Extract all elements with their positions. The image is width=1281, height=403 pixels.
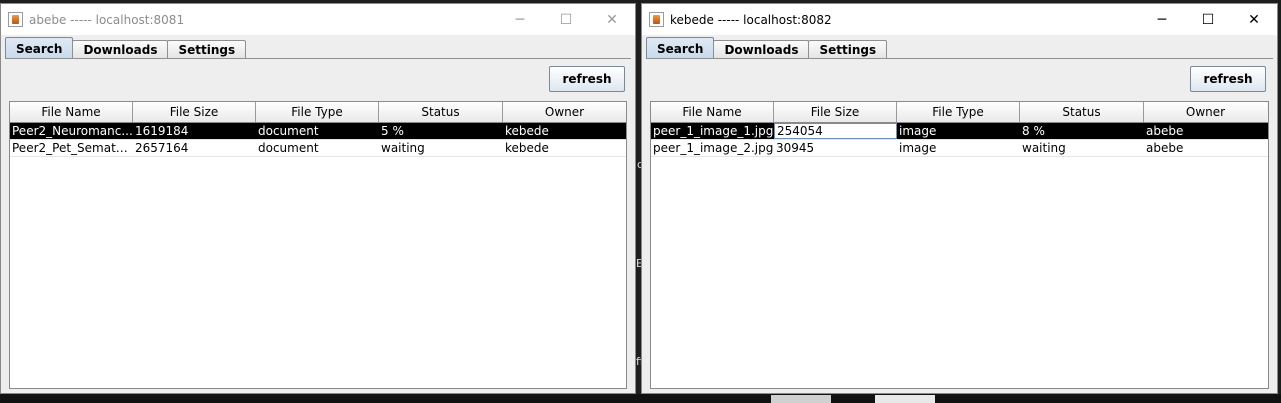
table-row[interactable]: peer_1_image_2.jpg 30945 image waiting a…: [651, 140, 1268, 157]
cell-file-type[interactable]: image: [897, 140, 1020, 156]
desktop-taskbar-fragment: [771, 395, 831, 403]
column-header-status[interactable]: Status: [379, 102, 503, 122]
window-title: kebede ----- localhost:8082: [670, 12, 832, 27]
tab-downloads[interactable]: Downloads: [713, 40, 810, 59]
column-header-status[interactable]: Status: [1020, 102, 1144, 122]
java-app-icon: [649, 12, 664, 27]
tab-bar: Search Downloads Settings: [5, 37, 247, 59]
cell-file-type[interactable]: document: [256, 140, 379, 156]
minimize-button[interactable]: ─: [1139, 4, 1185, 35]
cell-owner[interactable]: kebede: [503, 140, 626, 156]
minimize-button[interactable]: ─: [497, 4, 543, 35]
tab-search[interactable]: Search: [646, 37, 715, 59]
tab-bar: Search Downloads Settings: [646, 37, 888, 59]
cell-file-name[interactable]: peer_1_image_1.jpg: [651, 123, 774, 139]
column-header-owner[interactable]: Owner: [1144, 102, 1267, 122]
title-bar[interactable]: kebede ----- localhost:8082 ─ ☐ ✕: [642, 4, 1277, 35]
close-button[interactable]: ✕: [1231, 4, 1277, 35]
cell-owner[interactable]: kebede: [503, 123, 626, 139]
column-header-file-size[interactable]: File Size: [133, 102, 256, 122]
close-button[interactable]: ✕: [589, 4, 635, 35]
column-header-file-name[interactable]: File Name: [651, 102, 774, 122]
tab-settings[interactable]: Settings: [808, 40, 888, 59]
column-header-file-name[interactable]: File Name: [10, 102, 133, 122]
window-title: abebe ----- localhost:8081: [29, 12, 185, 27]
app-window-kebede[interactable]: kebede ----- localhost:8082 ─ ☐ ✕ Search…: [641, 3, 1278, 394]
cell-file-name[interactable]: Peer2_Pet_Semata...: [10, 140, 133, 156]
table-header: File Name File Size File Type Status Own…: [10, 102, 626, 123]
cell-status[interactable]: 8 %: [1020, 123, 1144, 139]
desktop-taskbar-fragment: [875, 395, 935, 403]
cell-owner[interactable]: abebe: [1144, 140, 1267, 156]
table-row[interactable]: peer_1_image_1.jpg 254054 image 8 % abeb…: [651, 123, 1268, 140]
cell-file-type[interactable]: image: [897, 123, 1020, 139]
refresh-button[interactable]: refresh: [1190, 66, 1266, 92]
column-header-file-size[interactable]: File Size: [774, 102, 897, 122]
table-row[interactable]: Peer2_Neuromanc... 1619184 document 5 % …: [10, 123, 626, 140]
table-row[interactable]: Peer2_Pet_Semata... 2657164 document wai…: [10, 140, 626, 157]
search-panel: refresh File Name File Size File Type St…: [646, 59, 1273, 393]
app-window-abebe[interactable]: abebe ----- localhost:8081 ─ ☐ ✕ Search …: [0, 3, 636, 394]
cell-file-size[interactable]: 30945: [774, 140, 897, 156]
cell-file-size[interactable]: 254054: [774, 123, 897, 139]
refresh-button[interactable]: refresh: [549, 66, 625, 92]
cell-file-size[interactable]: 1619184: [133, 123, 256, 139]
maximize-button[interactable]: ☐: [1185, 4, 1231, 35]
cell-file-size[interactable]: 2657164: [133, 140, 256, 156]
tab-settings[interactable]: Settings: [167, 40, 247, 59]
column-header-file-type[interactable]: File Type: [897, 102, 1020, 122]
maximize-button[interactable]: ☐: [543, 4, 589, 35]
tab-search[interactable]: Search: [5, 37, 74, 59]
column-header-owner[interactable]: Owner: [503, 102, 626, 122]
cell-file-type[interactable]: document: [256, 123, 379, 139]
cell-status[interactable]: 5 %: [379, 123, 503, 139]
cell-status[interactable]: waiting: [379, 140, 503, 156]
table-header: File Name File Size File Type Status Own…: [651, 102, 1268, 123]
files-table[interactable]: File Name File Size File Type Status Own…: [9, 101, 627, 389]
title-bar[interactable]: abebe ----- localhost:8081 ─ ☐ ✕: [1, 4, 635, 35]
column-header-file-type[interactable]: File Type: [256, 102, 379, 122]
cell-status[interactable]: waiting: [1020, 140, 1144, 156]
search-panel: refresh File Name File Size File Type St…: [5, 59, 631, 393]
files-table[interactable]: File Name File Size File Type Status Own…: [650, 101, 1269, 389]
desktop-background: [0, 394, 1281, 403]
cell-owner[interactable]: abebe: [1144, 123, 1267, 139]
tab-downloads[interactable]: Downloads: [72, 40, 169, 59]
cell-file-name[interactable]: peer_1_image_2.jpg: [651, 140, 774, 156]
cell-file-name[interactable]: Peer2_Neuromanc...: [10, 123, 133, 139]
java-app-icon: [8, 12, 23, 27]
